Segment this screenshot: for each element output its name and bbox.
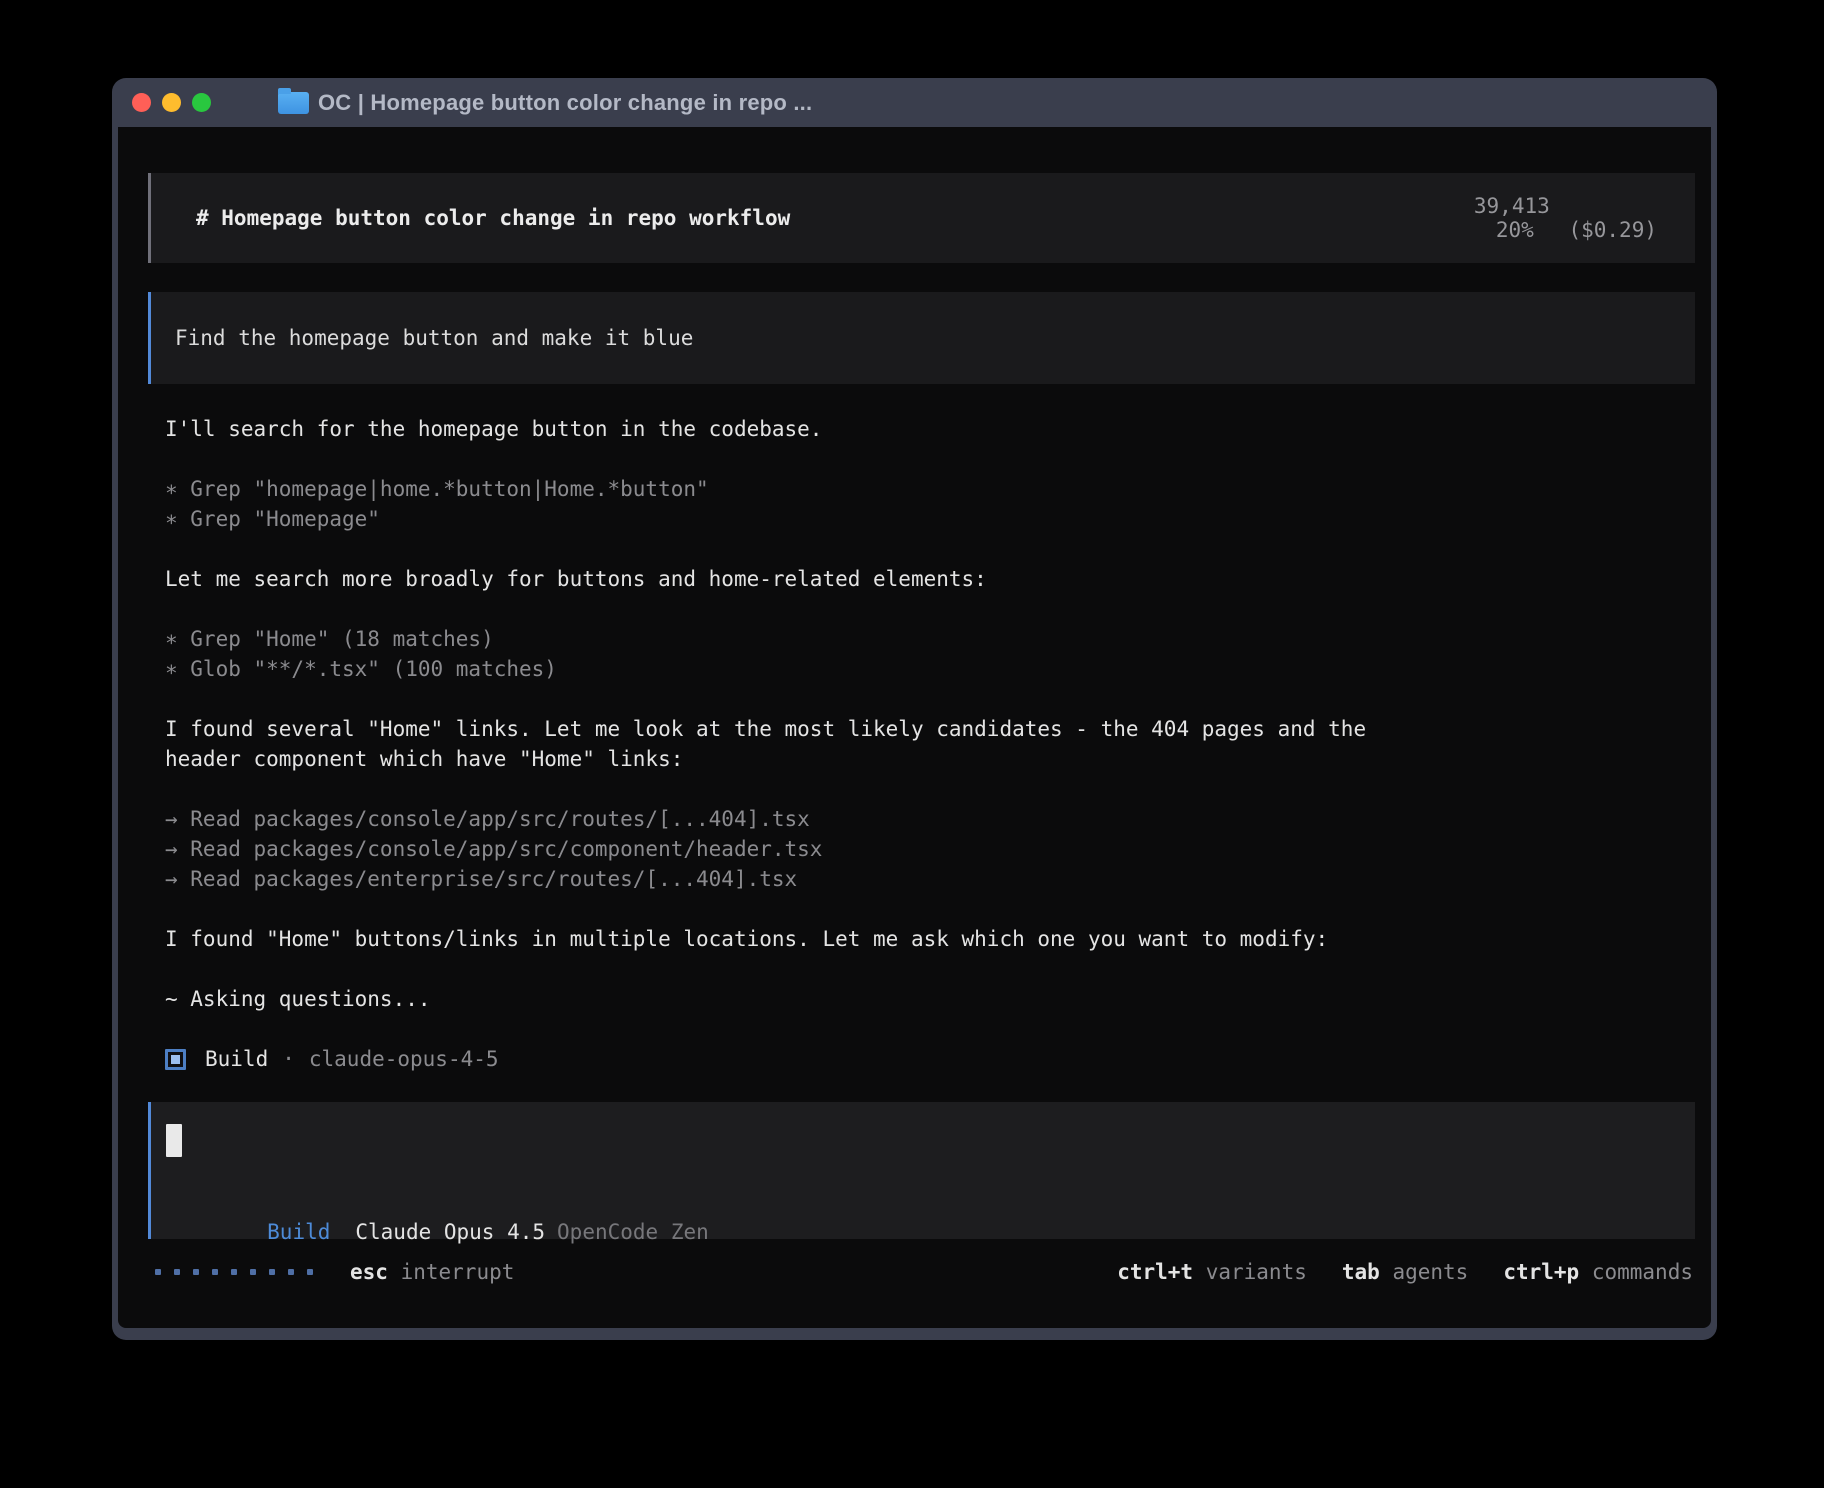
agent-name: Build xyxy=(205,1047,268,1071)
traffic-lights xyxy=(132,93,211,112)
folder-icon xyxy=(278,92,309,114)
status-separator: · xyxy=(282,1047,295,1071)
status-bar: esc interrupt ctrl+t variants tab agents… xyxy=(148,1257,1695,1287)
assistant-text: I found "Home" buttons/links in multiple… xyxy=(165,924,1415,954)
tool-call-grep: ∗ Grep "Home" (18 matches) xyxy=(165,624,1415,654)
tool-call-glob: ∗ Glob "**/*.tsx" (100 matches) xyxy=(165,654,1415,684)
session-header: # Homepage button color change in repo w… xyxy=(148,173,1695,263)
context-percent: 20% xyxy=(1496,218,1534,242)
tool-call-read: → Read packages/enterprise/src/routes/[.… xyxy=(165,864,1415,894)
tool-call-read: → Read packages/console/app/src/componen… xyxy=(165,834,1415,864)
user-message: Find the homepage button and make it blu… xyxy=(148,292,1695,384)
token-count: 39,413 xyxy=(1474,194,1550,218)
session-title: # Homepage button color change in repo w… xyxy=(196,206,790,230)
agent-mode-label: Build xyxy=(267,1220,330,1244)
assistant-text: I found several "Home" links. Let me loo… xyxy=(165,714,1415,774)
model-label: Claude Opus 4.5 xyxy=(355,1220,545,1244)
status-bar-left: esc interrupt xyxy=(148,1260,514,1284)
tool-call-grep: ∗ Grep "homepage|home.*button|Home.*butt… xyxy=(165,474,1415,504)
tool-call-read: → Read packages/console/app/src/routes/[… xyxy=(165,804,1415,834)
text-cursor xyxy=(166,1124,182,1157)
prompt-input[interactable]: BuildClaude Opus 4.5OpenCode Zen xyxy=(148,1102,1695,1239)
hint-variants: ctrl+t variants xyxy=(1117,1260,1307,1284)
minimize-button[interactable] xyxy=(162,93,181,112)
terminal-window: OC | Homepage button color change in rep… xyxy=(112,78,1717,1340)
provider-label: OpenCode Zen xyxy=(557,1220,709,1244)
status-bar-right: ctrl+t variants tab agents ctrl+p comman… xyxy=(1082,1260,1693,1284)
close-button[interactable] xyxy=(132,93,151,112)
assistant-response: I'll search for the homepage button in t… xyxy=(165,414,1415,1074)
assistant-status-text: ~ Asking questions... xyxy=(165,984,1415,1014)
terminal-content: # Homepage button color change in repo w… xyxy=(118,127,1711,1328)
agent-status-row: Build · claude-opus-4-5 xyxy=(165,1044,1415,1074)
maximize-button[interactable] xyxy=(192,93,211,112)
assistant-text: Let me search more broadly for buttons a… xyxy=(165,564,1415,594)
agent-status-icon xyxy=(165,1049,186,1070)
status-model-name: claude-opus-4-5 xyxy=(309,1047,499,1071)
hint-interrupt: esc interrupt xyxy=(350,1260,514,1284)
model-selector-row[interactable]: BuildClaude Opus 4.5OpenCode Zen xyxy=(166,1187,1665,1217)
session-stats: 39,413 20% ($0.29) xyxy=(1373,170,1657,266)
hint-commands: ctrl+p commands xyxy=(1503,1260,1693,1284)
working-spinner-dots xyxy=(155,1269,313,1275)
assistant-text: I'll search for the homepage button in t… xyxy=(165,414,1415,444)
window-title: OC | Homepage button color change in rep… xyxy=(318,90,812,116)
hint-agents: tab agents xyxy=(1342,1260,1468,1284)
session-cost: ($0.29) xyxy=(1568,218,1657,242)
tool-call-grep: ∗ Grep "Homepage" xyxy=(165,504,1415,534)
user-message-text: Find the homepage button and make it blu… xyxy=(175,326,693,350)
window-titlebar[interactable]: OC | Homepage button color change in rep… xyxy=(118,78,1711,127)
